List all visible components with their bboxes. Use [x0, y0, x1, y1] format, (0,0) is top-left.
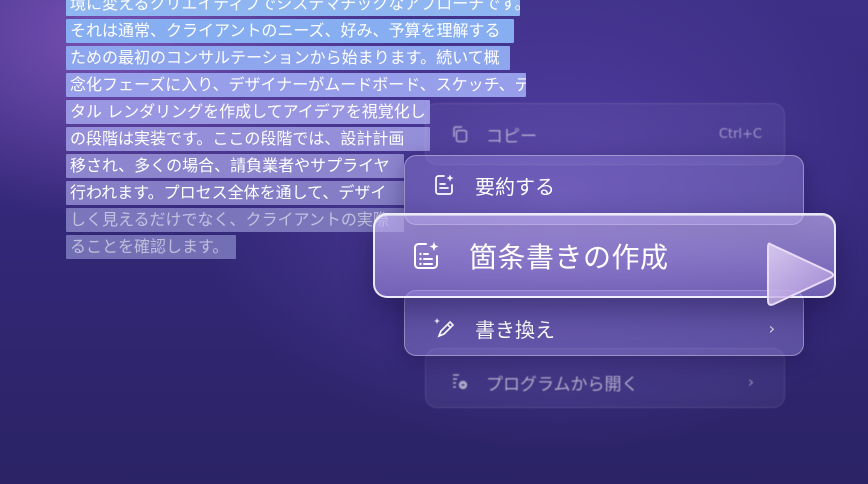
summarize-icon [431, 172, 457, 198]
text-line-7: 移され、多くの場合、請負業者やサプライヤ [66, 154, 404, 178]
open-with-icon [450, 372, 470, 392]
pointer-cursor-icon [758, 236, 842, 312]
rewrite-pen-icon [431, 315, 457, 341]
text-line-9: しく見えるだけでなく、クライアントの実際 [66, 208, 404, 232]
create-bullets-label: 箇条書きの作成 [469, 240, 669, 274]
rewrite-chevron-icon: › [768, 318, 775, 338]
text-line-8: 行われます。プロセス全体を通して、デザイ [66, 181, 404, 205]
copy-label: コピー [486, 126, 537, 147]
text-line-1: 境に変えるクリエイティブでシステマチックなアプローチです。 [66, 0, 520, 16]
text-line-4: 念化フェーズに入り、デザイナーがムードボード、スケッチ、デジ [66, 73, 526, 97]
menu-item-rewrite[interactable]: 書き換え › [404, 290, 804, 356]
bullet-list-sparkle-icon [409, 239, 443, 273]
open-with-chevron-icon: › [748, 373, 754, 391]
summarize-label: 要約する [475, 174, 555, 199]
copy-shortcut: Ctrl+C [718, 126, 762, 142]
text-line-10: ることを確認します。 [66, 235, 236, 259]
rewrite-label: 書き換え [475, 317, 555, 342]
menu-item-open-with[interactable]: プログラムから開く › [425, 348, 785, 408]
open-with-label: プログラムから開く [486, 374, 639, 395]
text-line-6: の段階は実装です。ここの段階では、設計計画 [66, 127, 430, 151]
text-line-3: ための最初のコンサルテーションから始まります。続いて概 [66, 46, 510, 70]
copy-icon [450, 124, 470, 144]
text-line-2: それは通常、クライアントのニーズ、好み、予算を理解する [66, 19, 514, 43]
text-line-5: タル レンダリングを作成してアイデアを視覚化し [66, 100, 430, 124]
